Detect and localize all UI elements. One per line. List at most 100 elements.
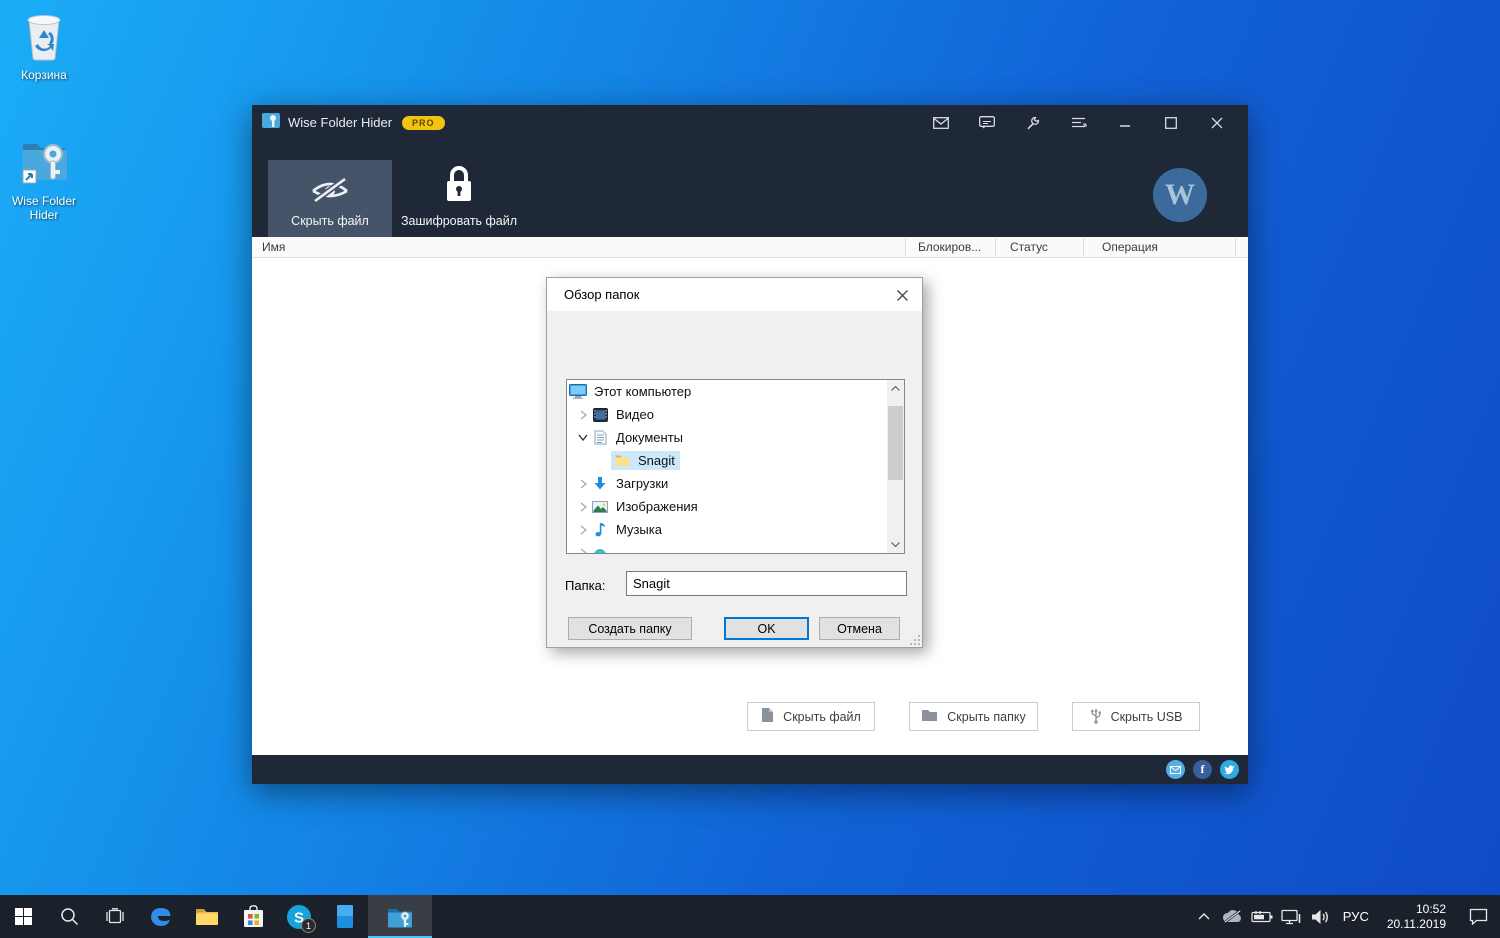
chevron-right-icon[interactable] <box>575 410 591 420</box>
volume-icon[interactable] <box>1306 895 1335 938</box>
search-icon[interactable] <box>46 895 92 938</box>
scroll-down-arrow[interactable] <box>887 536 904 553</box>
toolbar-button-label: Зашифровать файл <box>400 214 518 228</box>
skype-icon[interactable]: S 1 <box>276 895 322 938</box>
twitter-icon[interactable] <box>1220 760 1239 779</box>
folder-field-label: Папка: <box>565 578 606 593</box>
file-explorer-icon[interactable] <box>184 895 230 938</box>
battery-icon[interactable] <box>1248 895 1277 938</box>
pro-badge: PRO <box>402 115 445 130</box>
column-status[interactable]: Статус <box>1010 240 1048 254</box>
folder-tree: Этот компьютер Видео Документы Snagit За… <box>566 379 905 554</box>
task-view-icon[interactable] <box>92 895 138 938</box>
column-divider <box>1235 238 1236 256</box>
toolbar: Скрыть файл Зашифровать файл W <box>252 140 1248 237</box>
tree-item-label: Загрузки <box>616 476 669 491</box>
microsoft-store-icon[interactable] <box>230 895 276 938</box>
tree-scrollbar[interactable] <box>887 380 904 553</box>
desktop-icon-label: Корзина <box>21 68 67 82</box>
button-label: Скрыть папку <box>947 709 1026 724</box>
start-button[interactable] <box>0 895 46 938</box>
folder-icon <box>921 708 938 725</box>
selected-tree-item: Snagit <box>611 451 680 470</box>
dialog-title: Обзор папок <box>564 287 640 302</box>
wise-folder-hider-icon <box>6 136 82 191</box>
folder-name-input[interactable] <box>626 571 907 596</box>
file-icon <box>761 707 774 726</box>
tree-item-music[interactable]: Музыка <box>567 518 904 541</box>
close-button[interactable] <box>1194 108 1240 138</box>
tray-chevron-up-icon[interactable] <box>1190 895 1219 938</box>
tree-item-label: Документы <box>616 430 684 445</box>
tree-item-label: Этот компьютер <box>594 384 692 399</box>
hide-usb-button[interactable]: Скрыть USB <box>1072 702 1200 731</box>
skype-notification-badge: 1 <box>301 918 316 933</box>
music-icon <box>591 522 609 537</box>
videos-icon <box>591 407 609 422</box>
tree-item-label: Видео <box>616 407 654 422</box>
maximize-button[interactable] <box>1148 108 1194 138</box>
column-name[interactable]: Имя <box>262 240 285 254</box>
hide-file-button[interactable]: Скрыть файл <box>747 702 875 731</box>
chevron-right-icon[interactable] <box>575 525 591 535</box>
ok-button[interactable]: OK <box>724 617 809 640</box>
chevron-right-icon[interactable] <box>575 502 591 512</box>
tree-item-label: Музыка <box>616 522 662 537</box>
list-header: Имя Блокиров... Статус Операция <box>252 237 1248 258</box>
scrollbar-thumb[interactable] <box>888 406 903 480</box>
chevron-right-icon[interactable] <box>575 479 591 489</box>
action-center-icon[interactable] <box>1456 895 1500 938</box>
usb-icon <box>1090 707 1102 727</box>
hide-folder-button[interactable]: Скрыть папку <box>909 702 1038 731</box>
tree-item-downloads[interactable]: Загрузки <box>567 472 904 495</box>
facebook-icon[interactable]: f <box>1193 760 1212 779</box>
dialog-titlebar: Обзор папок <box>547 278 922 311</box>
tree-item-pictures[interactable]: Изображения <box>567 495 904 518</box>
chevron-right-icon[interactable] <box>575 548 591 553</box>
tree-item-snagit[interactable]: Snagit <box>567 449 904 472</box>
tree-item-videos[interactable]: Видео <box>567 403 904 426</box>
cancel-button[interactable]: Отмена <box>819 617 900 640</box>
taskbar-wise-folder-hider[interactable] <box>368 895 432 938</box>
column-lock[interactable]: Блокиров... <box>918 240 981 254</box>
tree-item-partial[interactable] <box>567 541 904 553</box>
computer-icon <box>569 384 587 399</box>
tree-item-label: Изображения <box>616 499 698 514</box>
downloads-icon <box>591 476 609 491</box>
desktop-icon-recycle-bin[interactable]: Корзина <box>6 8 82 82</box>
edge-browser-icon[interactable] <box>138 895 184 938</box>
chevron-down-icon[interactable] <box>575 434 591 441</box>
toolbar-encrypt-file-button[interactable]: Зашифровать файл <box>395 160 523 237</box>
column-operation[interactable]: Операция <box>1102 240 1158 254</box>
taskbar: S 1 РУС 10:52 20.11.2019 <box>0 895 1500 938</box>
window-titlebar: Wise Folder Hider PRO <box>252 105 1248 140</box>
clock[interactable]: 10:52 20.11.2019 <box>1377 902 1456 932</box>
onedrive-icon[interactable] <box>1219 895 1248 938</box>
network-icon[interactable] <box>1277 895 1306 938</box>
resize-grip[interactable] <box>910 635 920 645</box>
language-indicator[interactable]: РУС <box>1335 909 1377 924</box>
mail-icon[interactable] <box>918 108 964 138</box>
tree-item-this-pc[interactable]: Этот компьютер <box>567 380 904 403</box>
dialog-close-button[interactable] <box>892 285 912 305</box>
tray-date: 20.11.2019 <box>1386 916 1446 931</box>
minimize-button[interactable] <box>1102 108 1148 138</box>
menu-icon[interactable] <box>1056 108 1102 138</box>
eye-slash-icon <box>307 175 353 206</box>
create-folder-button[interactable]: Создать папку <box>568 617 692 640</box>
toolbar-hide-file-button[interactable]: Скрыть файл <box>268 160 392 237</box>
column-divider <box>995 238 996 256</box>
column-divider <box>905 238 906 256</box>
app-icon <box>262 112 280 133</box>
column-divider <box>1083 238 1084 256</box>
button-label: Скрыть файл <box>783 709 861 724</box>
browse-folders-dialog: Обзор папок Этот компьютер Видео Докумен… <box>546 277 923 648</box>
tree-item-documents[interactable]: Документы <box>567 426 904 449</box>
scroll-up-arrow[interactable] <box>887 380 904 397</box>
settings-wrench-icon[interactable] <box>1010 108 1056 138</box>
mail-app-icon[interactable] <box>322 895 368 938</box>
feedback-icon[interactable] <box>964 108 1010 138</box>
documents-icon <box>591 430 609 445</box>
email-social-icon[interactable] <box>1166 760 1185 779</box>
desktop-icon-wise-folder-hider[interactable]: Wise Folder Hider <box>6 136 82 222</box>
